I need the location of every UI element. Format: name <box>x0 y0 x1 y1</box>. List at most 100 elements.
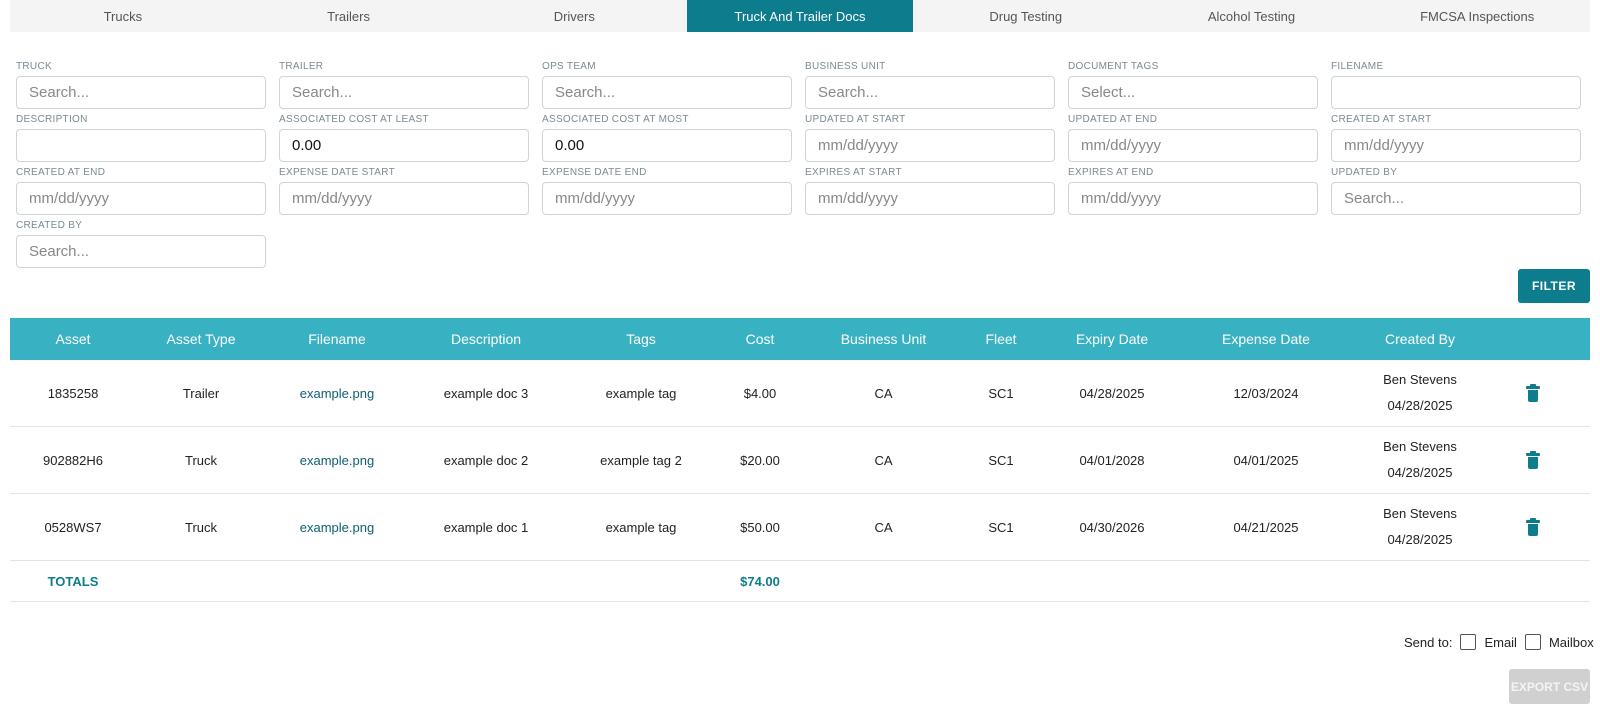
created-at-end-input[interactable] <box>16 182 266 215</box>
created-at-start-input[interactable] <box>1331 129 1581 162</box>
filename-link[interactable]: example.png <box>266 386 408 401</box>
asset-type-cell: Truck <box>184 452 218 468</box>
field-label: BUSINESS UNIT <box>805 61 886 72</box>
mailbox-checkbox[interactable] <box>1524 634 1541 650</box>
updated-by-search-input[interactable] <box>1331 182 1581 215</box>
document-tags-select[interactable] <box>1068 76 1318 109</box>
column-header[interactable]: Business Unit <box>802 331 965 347</box>
column-header[interactable]: Fleet <box>965 331 1037 347</box>
updated-at-end-filter: UPDATED AT END <box>1068 113 1318 163</box>
tab-fmcsa-inspections[interactable]: FMCSA Inspections <box>1364 0 1590 32</box>
created-at-start-filter: CREATED AT START <box>1331 113 1581 163</box>
created-by-name: Ben Stevens <box>1383 439 1457 454</box>
expiry-date-cell: 04/28/2025 <box>1079 385 1145 401</box>
asset-cell: 902882H6 <box>43 452 103 468</box>
filter-row: TRUCK TRAILER OPS TEAM BUSINESS UNIT DOC… <box>16 60 1584 110</box>
column-header[interactable]: Asset Type <box>136 331 266 347</box>
business-unit-cell: CA <box>874 519 893 535</box>
expense-date-end-filter: EXPENSE DATE END <box>542 166 792 216</box>
filename-input[interactable] <box>1331 76 1581 109</box>
filename-link[interactable]: example.png <box>266 520 408 535</box>
tab-trucks[interactable]: Trucks <box>10 0 236 32</box>
truck-filter: TRUCK <box>16 60 266 110</box>
column-header[interactable]: Cost <box>718 331 802 347</box>
asset-type-cell: Truck <box>184 519 218 535</box>
export-csv-button[interactable]: EXPORT CSV <box>1509 669 1590 704</box>
trash-icon[interactable] <box>1525 383 1540 402</box>
expense-date-start-filter: EXPENSE DATE START <box>279 166 529 216</box>
table-row: 0528WS7 Truck example.png example doc 1 … <box>10 494 1590 561</box>
field-label: OPS TEAM <box>542 61 596 72</box>
cost-cell: $4.00 <box>743 385 777 401</box>
column-header[interactable]: Asset <box>10 331 136 347</box>
expires-at-end-input[interactable] <box>1068 182 1318 215</box>
delete-button[interactable] <box>1495 517 1570 536</box>
updated-at-end-input[interactable] <box>1068 129 1318 162</box>
tab-alcohol-testing[interactable]: Alcohol Testing <box>1139 0 1365 32</box>
column-header[interactable]: Filename <box>266 331 408 347</box>
expiry-date-cell: 04/01/2028 <box>1079 452 1145 468</box>
updated-by-filter: UPDATED BY <box>1331 166 1581 216</box>
filename-link[interactable]: example.png <box>266 453 408 468</box>
field-label: UPDATED BY <box>1331 167 1398 178</box>
created-by-search-input[interactable] <box>16 235 266 268</box>
business-unit-cell: CA <box>874 452 893 468</box>
created-date: 04/28/2025 <box>1387 532 1453 547</box>
updated-at-start-filter: UPDATED AT START <box>805 113 1055 163</box>
column-header[interactable]: Expense Date <box>1187 331 1345 347</box>
created-by-cell: Ben Stevens 04/28/2025 <box>1345 501 1495 553</box>
fleet-cell: SC1 <box>988 385 1014 401</box>
description-cell: example doc 2 <box>443 452 529 468</box>
fleet-cell: SC1 <box>988 519 1014 535</box>
fleet-cell: SC1 <box>988 452 1014 468</box>
tab-bar: Trucks Trailers Drivers Truck And Traile… <box>10 0 1590 32</box>
column-header[interactable]: Expiry Date <box>1037 331 1187 347</box>
asset-cell: 1835258 <box>47 385 99 401</box>
trailer-search-input[interactable] <box>279 76 529 109</box>
tags-cell: example tag 2 <box>600 452 682 468</box>
filter-row: DESCRIPTION ASSOCIATED COST AT LEAST ASS… <box>16 113 1584 163</box>
created-date: 04/28/2025 <box>1387 398 1453 413</box>
expense-date-cell: 04/21/2025 <box>1233 519 1299 535</box>
table-row: 1835258 Trailer example.png example doc … <box>10 360 1590 427</box>
column-header[interactable]: Tags <box>564 331 718 347</box>
ops-team-search-input[interactable] <box>542 76 792 109</box>
cost-at-least-input[interactable] <box>279 129 529 162</box>
documents-table: Asset Asset Type Filename Description Ta… <box>10 318 1590 602</box>
tab-trailers[interactable]: Trailers <box>236 0 462 32</box>
description-input[interactable] <box>16 129 266 162</box>
delete-button[interactable] <box>1495 383 1570 402</box>
tab-drivers[interactable]: Drivers <box>461 0 687 32</box>
field-label: UPDATED AT START <box>805 114 906 125</box>
expense-date-end-input[interactable] <box>542 182 792 215</box>
created-by-filter: CREATED BY <box>16 219 266 269</box>
mailbox-label: Mailbox <box>1548 634 1594 650</box>
field-label: EXPENSE DATE END <box>542 167 647 178</box>
tab-drug-testing[interactable]: Drug Testing <box>913 0 1139 32</box>
cost-at-most-filter: ASSOCIATED COST AT MOST <box>542 113 792 163</box>
business-unit-filter: BUSINESS UNIT <box>805 60 1055 110</box>
cost-at-least-filter: ASSOCIATED COST AT LEAST <box>279 113 529 163</box>
field-label: ASSOCIATED COST AT LEAST <box>279 114 429 125</box>
expires-at-start-input[interactable] <box>805 182 1055 215</box>
field-label: DESCRIPTION <box>16 114 88 125</box>
expense-date-start-input[interactable] <box>279 182 529 215</box>
send-to-options: Send to: Email Mailbox <box>1404 634 1594 650</box>
trash-icon[interactable] <box>1525 450 1540 469</box>
business-unit-search-input[interactable] <box>805 76 1055 109</box>
totals-label: TOTALS <box>47 573 99 589</box>
field-label: ASSOCIATED COST AT MOST <box>542 114 689 125</box>
created-by-name: Ben Stevens <box>1383 506 1457 521</box>
trash-icon[interactable] <box>1525 517 1540 536</box>
column-header[interactable]: Created By <box>1345 326 1495 352</box>
email-checkbox[interactable] <box>1460 634 1477 650</box>
tab-truck-and-trailer-docs[interactable]: Truck And Trailer Docs <box>687 0 913 32</box>
delete-button[interactable] <box>1495 450 1570 469</box>
updated-at-start-input[interactable] <box>805 129 1055 162</box>
cost-at-most-input[interactable] <box>542 129 792 162</box>
field-label: DOCUMENT TAGS <box>1068 61 1159 72</box>
field-label: CREATED BY <box>16 220 83 231</box>
truck-search-input[interactable] <box>16 76 266 109</box>
column-header[interactable]: Description <box>408 331 564 347</box>
filter-button[interactable]: FILTER <box>1518 269 1590 303</box>
